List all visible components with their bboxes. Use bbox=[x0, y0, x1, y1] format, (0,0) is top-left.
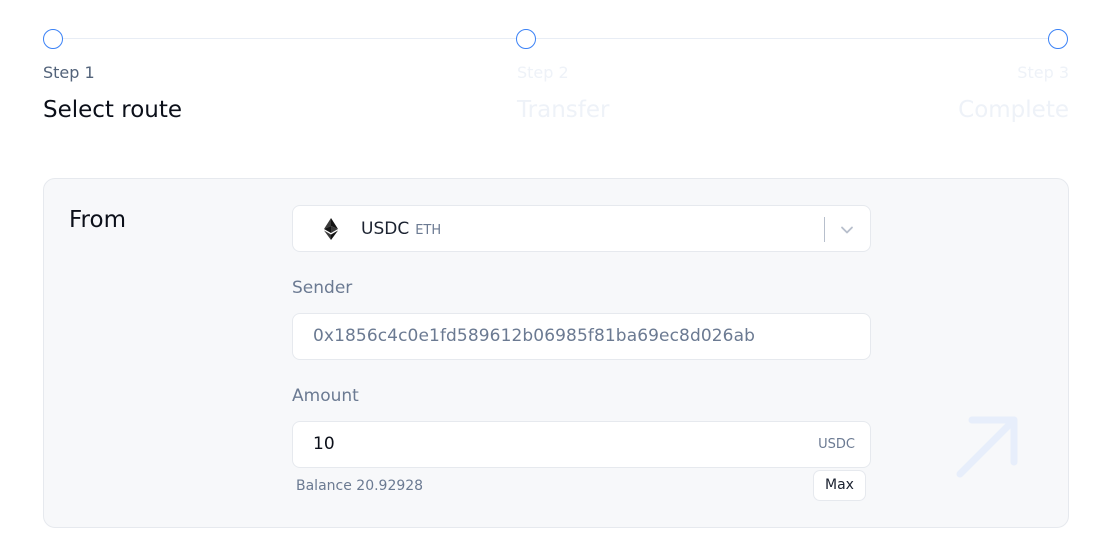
max-button[interactable]: Max bbox=[813, 470, 866, 501]
token-symbol: USDC bbox=[361, 219, 410, 239]
step-1-title: Select route bbox=[43, 97, 183, 123]
sender-address: 0x1856c4c0e1fd589612b06985f81ba69ec8d026… bbox=[313, 326, 756, 346]
chevron-down-icon[interactable] bbox=[838, 221, 856, 239]
select-divider bbox=[824, 217, 825, 242]
step-2-label: Step 2 bbox=[517, 63, 569, 82]
ethereum-icon bbox=[324, 218, 338, 240]
amount-unit: USDC bbox=[818, 437, 855, 452]
amount-label: Amount bbox=[292, 386, 359, 406]
token-name: USDC ETH bbox=[361, 219, 441, 239]
sender-field[interactable]: 0x1856c4c0e1fd589612b06985f81ba69ec8d026… bbox=[292, 313, 871, 360]
step-2-title: Transfer bbox=[517, 97, 610, 123]
amount-value: 10 bbox=[313, 434, 335, 454]
step-3-title: Complete bbox=[958, 97, 1069, 123]
step-1-indicator bbox=[43, 29, 63, 49]
balance-text: Balance 20.92928 bbox=[296, 478, 424, 494]
from-card: From USDC ETH Sender 0x1856c4c0e1fd58961… bbox=[43, 178, 1069, 528]
step-1-label: Step 1 bbox=[43, 63, 95, 82]
stepper-progress-line bbox=[62, 38, 1050, 39]
step-2-indicator bbox=[516, 29, 536, 49]
from-title: From bbox=[69, 207, 126, 233]
amount-input[interactable]: 10 USDC bbox=[292, 421, 871, 468]
step-3-indicator bbox=[1048, 29, 1068, 49]
token-select[interactable]: USDC ETH bbox=[292, 205, 871, 252]
step-3-label: Step 3 bbox=[1017, 63, 1069, 82]
arrow-up-right-icon bbox=[956, 416, 1018, 478]
sender-label: Sender bbox=[292, 278, 353, 298]
bridge-page: Step 1 Select route Step 2 Transfer Step… bbox=[0, 0, 1102, 541]
token-chain: ETH bbox=[415, 223, 442, 238]
